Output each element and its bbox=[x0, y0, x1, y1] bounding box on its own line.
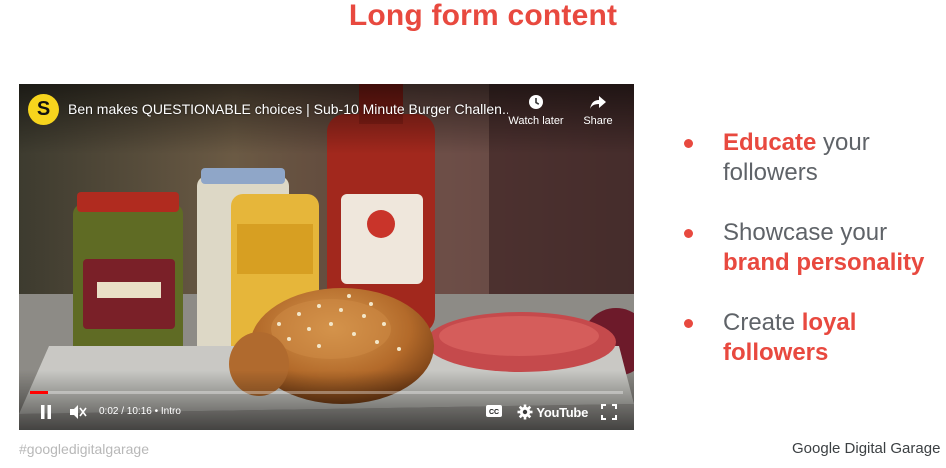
chapter-label[interactable]: • Intro bbox=[155, 406, 181, 417]
bullet-dot bbox=[684, 139, 693, 148]
bullet-text: Showcase your brand personality bbox=[723, 218, 946, 278]
bullet-dot bbox=[684, 319, 693, 328]
share-label: Share bbox=[583, 115, 613, 127]
settings-gear-icon[interactable] bbox=[517, 404, 533, 420]
channel-avatar[interactable]: S bbox=[28, 94, 59, 125]
time-display: 0:02 / 10:16 • Intro bbox=[99, 406, 181, 417]
watch-later-label: Watch later bbox=[508, 115, 564, 127]
watch-later-button[interactable]: Watch later bbox=[501, 94, 571, 127]
brand-rest: Digital Garage bbox=[840, 440, 941, 457]
share-button[interactable]: Share bbox=[563, 94, 633, 127]
fullscreen-icon[interactable] bbox=[601, 404, 617, 420]
pause-icon[interactable] bbox=[39, 404, 53, 420]
video-title[interactable]: Ben makes QUESTIONABLE choices | Sub-10 … bbox=[68, 101, 508, 117]
slide-title: Long form content bbox=[348, 0, 618, 32]
bullet-text: Educate your followers bbox=[723, 128, 946, 188]
bullet-highlight: brand personality bbox=[723, 249, 925, 276]
brand-google: Google bbox=[792, 440, 841, 457]
bullet-highlight: Educate bbox=[723, 129, 817, 156]
share-icon bbox=[590, 96, 606, 109]
progress-fill bbox=[30, 391, 48, 394]
bullet-text: Create loyal followers bbox=[723, 308, 946, 368]
youtube-logo[interactable]: YouTube bbox=[536, 405, 588, 420]
bullet-before: Create bbox=[723, 309, 802, 336]
mute-icon[interactable] bbox=[69, 404, 87, 420]
time-current-total: 0:02 / 10:16 bbox=[99, 406, 152, 417]
captions-icon[interactable]: CC bbox=[485, 404, 503, 418]
clock-icon bbox=[529, 95, 543, 109]
footer-hashtag: #googledigitalgarage bbox=[19, 441, 149, 457]
player-controls: 0:02 / 10:16 • Intro CC YouTube bbox=[19, 396, 634, 430]
video-player[interactable]: S Ben makes QUESTIONABLE choices | Sub-1… bbox=[19, 84, 634, 430]
progress-bar[interactable] bbox=[30, 391, 623, 394]
bullet-before: Showcase your bbox=[723, 219, 888, 246]
bullet-dot bbox=[684, 229, 693, 238]
svg-text:CC: CC bbox=[489, 409, 499, 416]
footer-brand: Google Digital Garage bbox=[792, 440, 940, 457]
